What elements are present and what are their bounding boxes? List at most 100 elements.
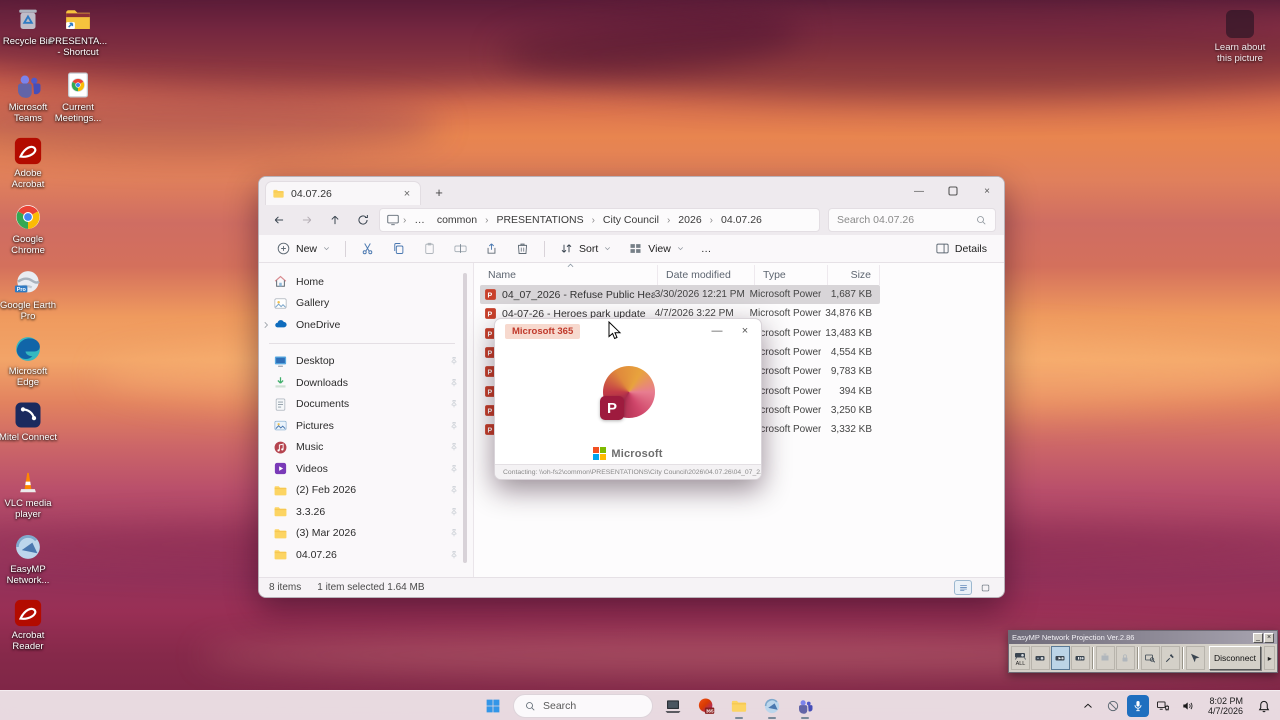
desktop-icon-google-earth-pro[interactable]: ProGoogle Earth Pro — [0, 268, 58, 334]
easymp-button-screen[interactable] — [1096, 646, 1115, 670]
breadcrumb[interactable]: › … common › PRESENTATIONS › City Counci… — [379, 208, 820, 232]
acrobat-icon — [13, 598, 43, 628]
sidebar-item-pictures[interactable]: Pictures — [259, 415, 465, 437]
easymp-button-pointer-cam[interactable] — [1186, 646, 1205, 670]
sidebar-item-3-3-26[interactable]: 3.3.26 — [259, 501, 465, 523]
sort-button[interactable]: Sort — [552, 237, 619, 260]
svg-text:P: P — [488, 351, 493, 358]
desktop-icon-current-meetings[interactable]: Current Meetings... — [48, 70, 108, 136]
refresh-icon[interactable] — [351, 208, 375, 232]
desktop-icon-google-chrome[interactable]: Google Chrome — [0, 202, 58, 268]
microphone-in-use-icon[interactable] — [1127, 695, 1149, 717]
taskbar-app-folder[interactable] — [726, 693, 752, 719]
delete-button[interactable] — [508, 237, 537, 260]
minimize-button[interactable]: — — [902, 177, 936, 205]
share-button[interactable] — [477, 237, 506, 260]
chevron-right-icon[interactable] — [261, 320, 271, 330]
breadcrumb-item-040726[interactable]: 04.07.26 — [716, 212, 767, 228]
desktop-icon-easymp-network[interactable]: EasyMP Network... — [0, 532, 58, 598]
start-button[interactable] — [480, 693, 506, 719]
easymp-button-proj-pause[interactable] — [1071, 646, 1090, 670]
explorer-tab[interactable]: 04.07.26 × — [265, 181, 421, 205]
column-header-name[interactable]: Name — [480, 265, 658, 285]
file-row-04-07-2026-refuse-public-hearing[interactable]: P04_07_2026 - Refuse Public Hearing3/30/… — [480, 285, 880, 304]
copy-button[interactable] — [384, 237, 413, 260]
sidebar-item-label: Pictures — [296, 420, 441, 432]
large-icons-view-toggle[interactable] — [976, 580, 994, 595]
sidebar-item-downloads[interactable]: Downloads — [259, 372, 465, 394]
vlc-icon — [13, 466, 43, 496]
taskbar-app-laptop[interactable] — [660, 693, 686, 719]
sidebar-item-onedrive[interactable]: OneDrive — [259, 314, 465, 336]
svg-text:P: P — [488, 293, 493, 300]
speaker-icon[interactable] — [1177, 695, 1199, 717]
column-header-date-modified[interactable]: Date modified — [658, 265, 755, 285]
desktop-icon-presenta-shortcut[interactable]: PRESENTA... - Shortcut — [48, 4, 108, 70]
taskbar-app-m365[interactable]: 365 — [693, 693, 719, 719]
sidebar-item-documents[interactable]: Documents — [259, 394, 465, 416]
explorer-titlebar[interactable]: 04.07.26 × + — × — [259, 177, 1004, 205]
sidebar-item-desktop[interactable]: Desktop — [259, 351, 465, 373]
forward-icon[interactable] — [295, 208, 319, 232]
sidebar-item-music[interactable]: Music — [259, 437, 465, 459]
sidebar-item-2-feb-2026[interactable]: (2) Feb 2026 — [259, 480, 465, 502]
sidebar-item-04-07-26[interactable]: 04.07.26 — [259, 544, 465, 566]
new-tab-button[interactable]: + — [431, 185, 447, 201]
taskbar-app-teams[interactable] — [792, 693, 818, 719]
desktop-icon-vlc-media-player[interactable]: VLC media player — [0, 466, 58, 532]
up-icon[interactable] — [323, 208, 347, 232]
teams-icon — [13, 70, 43, 100]
easymp-button-lock[interactable] — [1116, 646, 1135, 670]
easymp-button-proj-play[interactable] — [1051, 646, 1070, 670]
column-header-type[interactable]: Type — [755, 265, 828, 285]
breadcrumb-overflow[interactable]: … — [409, 212, 430, 228]
easymp-expand-arrow[interactable]: ▸ — [1264, 646, 1274, 670]
easymp-titlebar[interactable]: EasyMP Network Projection Ver.2.86 _ × — [1009, 631, 1277, 644]
details-view-toggle[interactable] — [954, 580, 972, 595]
more-options-button[interactable]: … — [694, 239, 719, 259]
taskbar-search[interactable]: Search — [513, 694, 653, 718]
dialog-minimize-button[interactable]: — — [709, 323, 725, 339]
desktop-icon-adobe-acrobat[interactable]: Adobe Acrobat — [0, 136, 58, 202]
desktop-icon-label: VLC media player — [0, 498, 58, 520]
hidden-icons-chevron[interactable] — [1077, 695, 1099, 717]
breadcrumb-item-2026[interactable]: 2026 — [673, 212, 706, 228]
desktop-icon-mitel-connect[interactable]: Mitel Connect — [0, 400, 58, 466]
notifications-bell-icon[interactable] — [1252, 694, 1276, 718]
sidebar-item-videos[interactable]: Videos — [259, 458, 465, 480]
easymp-button-proj-all[interactable]: ALL — [1011, 646, 1030, 670]
clock[interactable]: 8:02 PM 4/7/2026 — [1202, 696, 1249, 717]
breadcrumb-item-common[interactable]: common — [432, 212, 482, 228]
disabled-status-icon[interactable] — [1102, 695, 1124, 717]
sidebar-item-home[interactable]: Home — [259, 271, 465, 293]
tab-close-icon[interactable]: × — [400, 187, 414, 201]
dialog-close-button[interactable]: × — [737, 323, 753, 339]
new-button[interactable]: New — [269, 237, 338, 260]
back-icon[interactable] — [267, 208, 291, 232]
breadcrumb-item-presentations[interactable]: PRESENTATIONS — [491, 212, 588, 228]
rename-button[interactable] — [446, 237, 475, 260]
cut-button[interactable] — [353, 237, 382, 260]
view-button[interactable]: View — [621, 237, 692, 260]
search-input[interactable]: Search 04.07.26 — [828, 208, 996, 232]
desktop-icon-acrobat-reader[interactable]: Acrobat Reader — [0, 598, 58, 664]
sidebar-scrollbar[interactable] — [463, 273, 467, 563]
easymp-button-preview[interactable] — [1141, 646, 1160, 670]
learn-about-this-picture[interactable]: Learn about this picture — [1208, 10, 1272, 64]
desktop-icon-microsoft-edge[interactable]: Microsoft Edge — [0, 334, 58, 400]
easymp-close-icon[interactable]: × — [1264, 633, 1274, 643]
maximize-button[interactable] — [936, 177, 970, 205]
close-button[interactable]: × — [970, 177, 1004, 205]
disconnect-button[interactable]: Disconnect — [1209, 646, 1262, 670]
easymp-minimize-icon[interactable]: _ — [1253, 633, 1263, 643]
easymp-button-tools[interactable] — [1161, 646, 1180, 670]
sidebar-item-gallery[interactable]: Gallery — [259, 293, 465, 315]
breadcrumb-item-city-council[interactable]: City Council — [598, 212, 664, 228]
paste-button[interactable] — [415, 237, 444, 260]
column-header-size[interactable]: Size — [828, 265, 880, 285]
easymp-button-proj-show[interactable] — [1031, 646, 1050, 670]
taskbar-app-easymp[interactable] — [759, 693, 785, 719]
details-pane-button[interactable]: Details — [928, 237, 994, 260]
network-icon[interactable] — [1152, 695, 1174, 717]
sidebar-item-3-mar-2026[interactable]: (3) Mar 2026 — [259, 523, 465, 545]
